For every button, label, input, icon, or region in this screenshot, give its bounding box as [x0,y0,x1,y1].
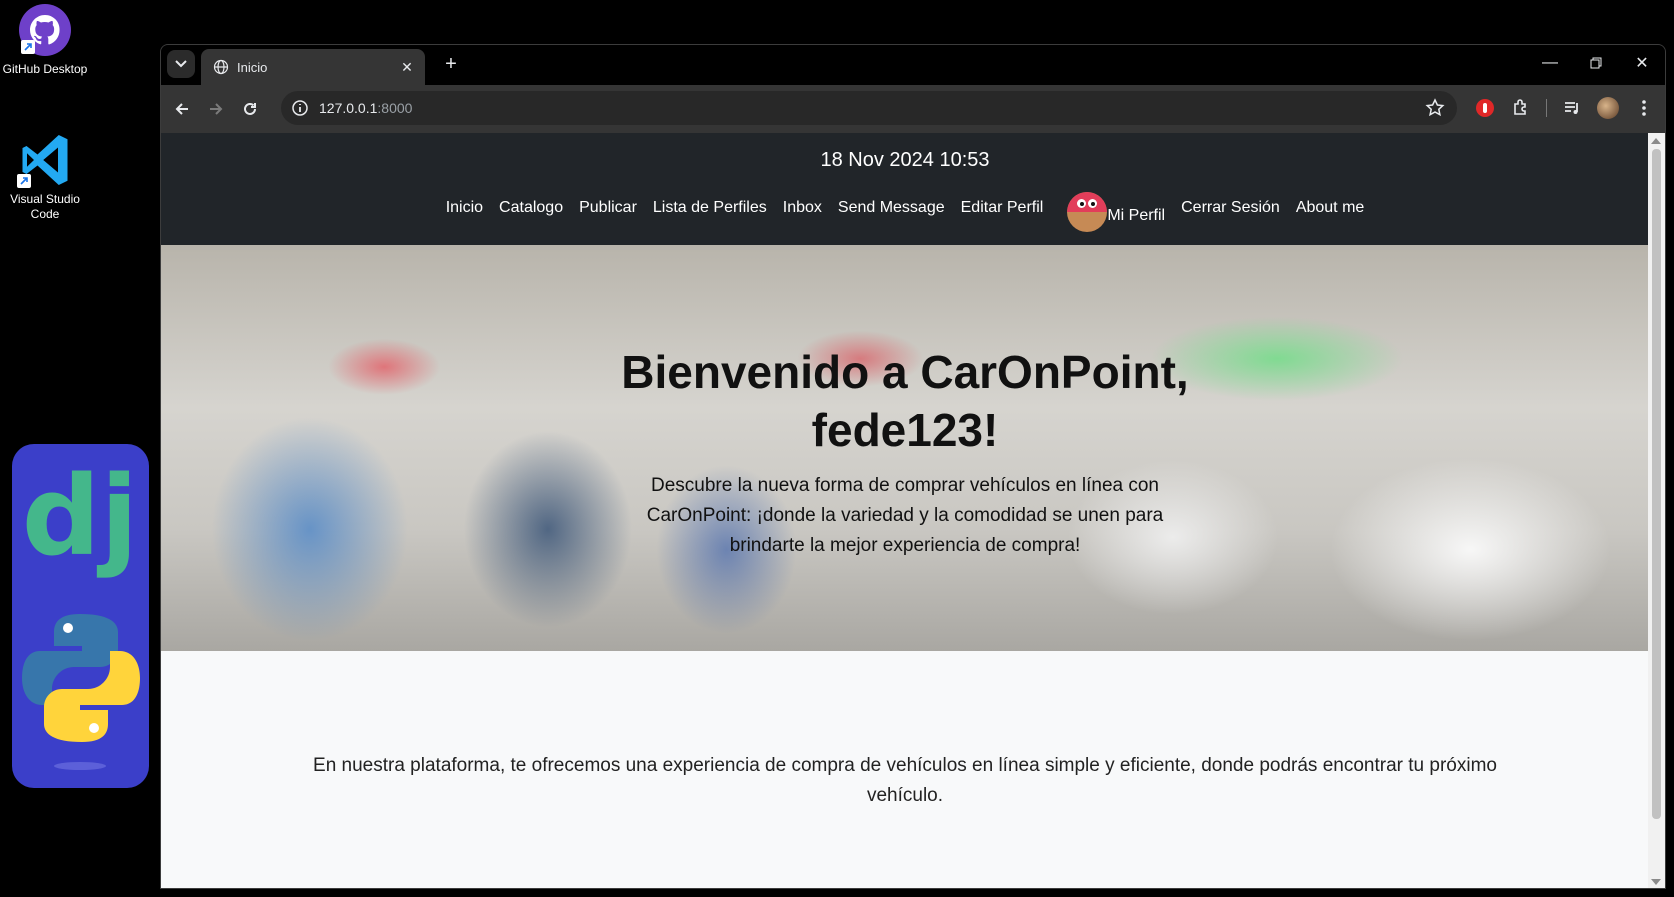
shortcut-arrow-icon [17,174,31,188]
chevron-down-icon [175,60,187,68]
nav-editar-perfil[interactable]: Editar Perfil [961,199,1044,217]
hero-subtitle: Descubre la nueva forma de comprar vehíc… [646,475,1164,556]
nav-publicar[interactable]: Publicar [579,199,637,217]
new-tab-button[interactable]: + [439,53,463,77]
vscode-icon [15,130,75,190]
media-queue-icon [1565,102,1578,114]
desktop-icon-github[interactable]: GitHub Desktop [0,4,90,76]
arrow-left-icon [175,103,188,115]
reload-icon [244,102,256,115]
nav-lista-perfiles[interactable]: Lista de Perfiles [653,199,767,217]
toolbar-separator [1546,99,1547,117]
page-scrollbar[interactable] [1648,133,1665,888]
tab-inicio[interactable]: Inicio ✕ [201,49,425,85]
scroll-up-icon[interactable] [1651,138,1661,144]
scroll-down-icon[interactable] [1651,879,1661,885]
hero-title: Bienvenido a CarOnPoint, fede123! [161,343,1649,459]
address-bar[interactable]: 127.0.0.1:8000 [281,91,1457,125]
media-controls-button[interactable] [1557,92,1587,124]
desktop-icon-label: Visual Studio Code [10,192,80,221]
browser-toolbar: 127.0.0.1:8000 [161,85,1665,133]
site-navbar: 18 Nov 2024 10:53 Inicio Catalogo Public… [161,133,1649,245]
more-vert-icon [1642,100,1646,116]
nav-mi-perfil[interactable]: Mi Perfil [1067,184,1165,232]
svg-text:dj: dj [22,452,138,580]
hero-text: Bienvenido a CarOnPoint, fede123! Descub… [161,343,1649,561]
close-window-button[interactable]: ✕ [1619,45,1665,81]
url-port: :8000 [377,100,413,116]
nav-catalogo[interactable]: Catalogo [499,199,563,217]
hero-banner: Bienvenido a CarOnPoint, fede123! Descub… [161,245,1649,651]
nav-cerrar-sesion[interactable]: Cerrar Sesión [1181,199,1280,217]
menu-button[interactable] [1629,92,1659,124]
browser-window: Inicio ✕ + — ✕ 127.0.0.1:8000 18 Nov 202… [160,44,1666,889]
site-info-icon[interactable] [291,99,309,117]
stop-hand-icon [1476,99,1494,117]
close-tab-icon[interactable]: ✕ [397,59,417,76]
desktop-icon-label: GitHub Desktop [2,62,88,76]
django-python-logo: dj [22,452,140,770]
shortcut-arrow-icon [21,40,35,54]
url-text: 127.0.0.1:8000 [319,100,412,116]
tab-bar: Inicio ✕ + — ✕ [161,45,1665,85]
nav-about-me[interactable]: About me [1296,199,1364,217]
extension-red-button[interactable] [1470,92,1500,124]
profile-button[interactable] [1593,92,1623,124]
nav-send-message[interactable]: Send Message [838,199,945,217]
extensions-button[interactable] [1506,92,1536,124]
maximize-button[interactable] [1573,45,1619,81]
django-python-widget: dj [12,444,149,788]
avatar [1067,192,1108,232]
arrow-right-icon [210,103,223,115]
nav-inbox[interactable]: Inbox [783,199,822,217]
intro-text: En nuestra plataforma, te ofrecemos una … [313,755,1497,806]
scrollbar-thumb[interactable] [1652,149,1661,819]
current-datetime: 18 Nov 2024 10:53 [820,149,990,171]
bookmark-star-icon[interactable] [1425,98,1445,118]
minimize-button[interactable]: — [1527,45,1573,81]
reload-button[interactable] [233,92,267,126]
desktop-icon-vscode[interactable]: Visual Studio Code [0,130,90,222]
forward-button[interactable] [199,92,233,126]
page-viewport: 18 Nov 2024 10:53 Inicio Catalogo Public… [161,133,1649,888]
nav-menu: Inicio Catalogo Publicar Lista de Perfil… [161,184,1649,232]
puzzle-icon [1514,99,1526,115]
tab-search-button[interactable] [167,50,195,78]
nav-mi-perfil-label[interactable]: Mi Perfil [1107,207,1165,225]
avatar-hat [1067,192,1108,212]
github-icon [19,4,71,56]
maximize-icon [1590,57,1602,69]
globe-icon [213,59,229,75]
url-host: 127.0.0.1 [319,100,378,116]
profile-avatar [1597,97,1619,119]
hero-title-line2: fede123! [811,404,999,456]
nav-inicio[interactable]: Inicio [446,199,483,217]
tab-title: Inicio [237,59,268,75]
hero-title-line1: Bienvenido a CarOnPoint, [621,346,1189,398]
toolbar-actions [1470,92,1659,124]
back-button[interactable] [165,92,199,126]
